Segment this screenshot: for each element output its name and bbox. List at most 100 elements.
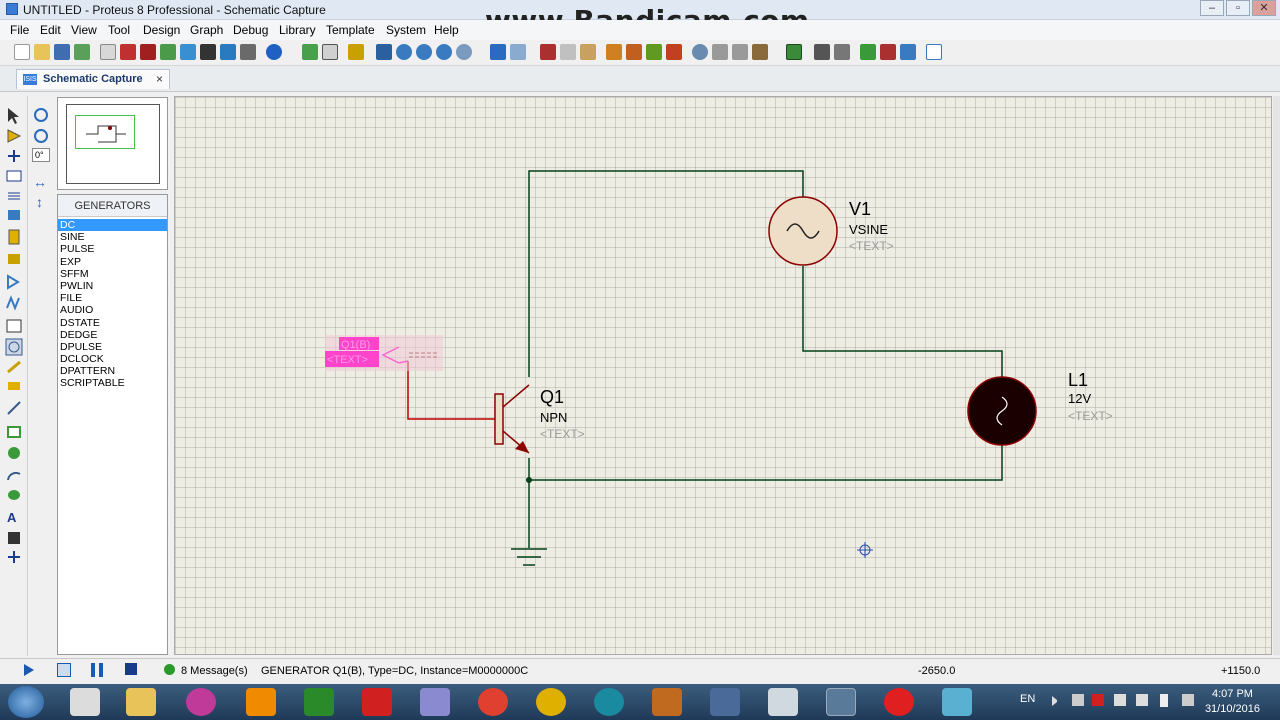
arc-icon[interactable] [7,471,21,481]
undo-icon[interactable] [490,44,506,60]
menu-graph[interactable]: Graph [190,23,223,37]
stop-button[interactable] [125,663,137,675]
menu-template[interactable]: Template [326,23,375,37]
play-button[interactable] [24,664,34,676]
network-icon[interactable] [1114,694,1126,706]
menu-tool[interactable]: Tool [108,23,130,37]
taskbar-pcb-icon[interactable] [304,688,334,716]
battery-icon[interactable] [1160,694,1168,707]
subcircuit-icon[interactable] [8,229,20,245]
messages-count[interactable]: 8 Message(s) [181,665,248,677]
generator-item-dpattern[interactable]: DPATTERN [58,365,167,377]
remove-sheet-icon[interactable] [880,44,896,60]
menu-design[interactable]: Design [143,23,180,37]
design-explorer-icon[interactable] [220,44,236,60]
minimize-button[interactable]: – [1200,0,1224,16]
generator-item-exp[interactable]: EXP [58,256,167,268]
overview-viewport[interactable] [75,115,135,149]
graph-mode-icon[interactable] [6,295,20,311]
save-icon[interactable] [54,44,70,60]
security-icon[interactable] [1092,694,1104,706]
make-device-icon[interactable] [712,44,728,60]
generator-item-dpulse[interactable]: DPULSE [58,341,167,353]
new-file-icon[interactable] [14,44,30,60]
mirror-horizontal-icon[interactable]: ↔ [33,174,47,190]
symbol-icon[interactable] [8,532,20,544]
taskbar-notepad-icon[interactable] [942,688,972,716]
bom-icon[interactable] [180,44,196,60]
zoom-area-icon[interactable] [456,44,472,60]
menu-edit[interactable]: Edit [40,23,61,37]
help-icon[interactable] [266,44,282,60]
menu-view[interactable]: View [71,23,97,37]
start-button-icon[interactable] [8,686,44,718]
taskbar-emoji-icon[interactable] [536,688,566,716]
volume-icon[interactable] [1072,694,1084,706]
current-probe-icon[interactable] [8,382,20,390]
generator-item-pulse[interactable]: PULSE [58,243,167,255]
home-icon[interactable] [100,44,116,60]
exit-to-parent-icon[interactable] [900,44,916,60]
pan-icon[interactable] [376,44,392,60]
close-button[interactable]: ✕ [1252,0,1276,16]
import-icon[interactable] [74,44,90,60]
circle-icon[interactable] [8,447,20,459]
vertical-scrollbar[interactable] [1273,96,1280,655]
grid-icon[interactable] [322,44,338,60]
taskbar-solidworks-icon[interactable] [362,688,392,716]
packaging-tool-icon[interactable] [732,44,748,60]
generator-mode-icon[interactable] [5,338,23,356]
cut-icon[interactable] [540,44,556,60]
wire-label-icon[interactable] [6,170,22,182]
block-copy-icon[interactable] [606,44,622,60]
layout-icon[interactable] [160,44,176,60]
zoom-in-icon[interactable] [396,44,412,60]
search-tag-icon[interactable] [814,44,830,60]
new-sheet-icon[interactable] [860,44,876,60]
signal-icon[interactable] [1182,694,1194,706]
generator-item-file[interactable]: FILE [58,292,167,304]
generator-item-sine[interactable]: SINE [58,231,167,243]
ares-icon[interactable] [140,44,156,60]
origin-icon[interactable] [348,44,364,60]
refresh-icon[interactable] [302,44,318,60]
wire-autorouter-icon[interactable] [786,44,802,60]
system-clock[interactable]: 4:07 PM 31/10/2016 [1205,687,1260,717]
marker-icon[interactable] [8,551,20,563]
taskbar-video-icon[interactable] [652,688,682,716]
paste-icon[interactable] [580,44,596,60]
open-file-icon[interactable] [34,44,50,60]
copy-icon[interactable] [560,44,576,60]
block-rotate-icon[interactable] [646,44,662,60]
taskbar-proteus-icon[interactable] [826,688,856,716]
v1-sine-source[interactable] [768,196,838,266]
taskbar-app-icon[interactable] [768,688,798,716]
generator-item-sffm[interactable]: SFFM [58,268,167,280]
step-button[interactable] [57,663,71,677]
l1-lamp[interactable] [967,376,1037,446]
menu-help[interactable]: Help [434,23,459,37]
zoom-all-icon[interactable] [436,44,452,60]
property-tool-icon[interactable] [834,44,850,60]
electrical-rule-check-icon[interactable] [926,44,942,60]
text-script-icon[interactable] [8,192,20,200]
mirror-vertical-icon[interactable]: ↕ [36,194,43,210]
maximize-button[interactable]: ▫ [1226,0,1250,16]
generator-item-scriptable[interactable]: SCRIPTABLE [58,377,167,389]
taskbar-record-icon[interactable] [884,688,914,716]
tray-expand-icon[interactable] [1052,696,1062,706]
taskbar-calculator-icon[interactable] [710,688,740,716]
q1-npn-transistor[interactable] [494,384,530,454]
rotate-anticlockwise-icon[interactable] [34,129,48,143]
voltage-probe-icon[interactable] [7,360,21,374]
gerber-icon[interactable] [200,44,216,60]
terminals-icon[interactable] [8,254,20,264]
taskbar-arduino-icon[interactable] [594,688,624,716]
tape-recorder-icon[interactable] [6,319,22,333]
generator-item-pwlin[interactable]: PWLIN [58,280,167,292]
flag-icon[interactable] [1136,694,1148,706]
path-icon[interactable] [8,490,20,500]
taskbar-explorer-icon[interactable] [70,688,100,716]
taskbar-snipping-icon[interactable] [420,688,450,716]
notes-icon[interactable] [240,44,256,60]
